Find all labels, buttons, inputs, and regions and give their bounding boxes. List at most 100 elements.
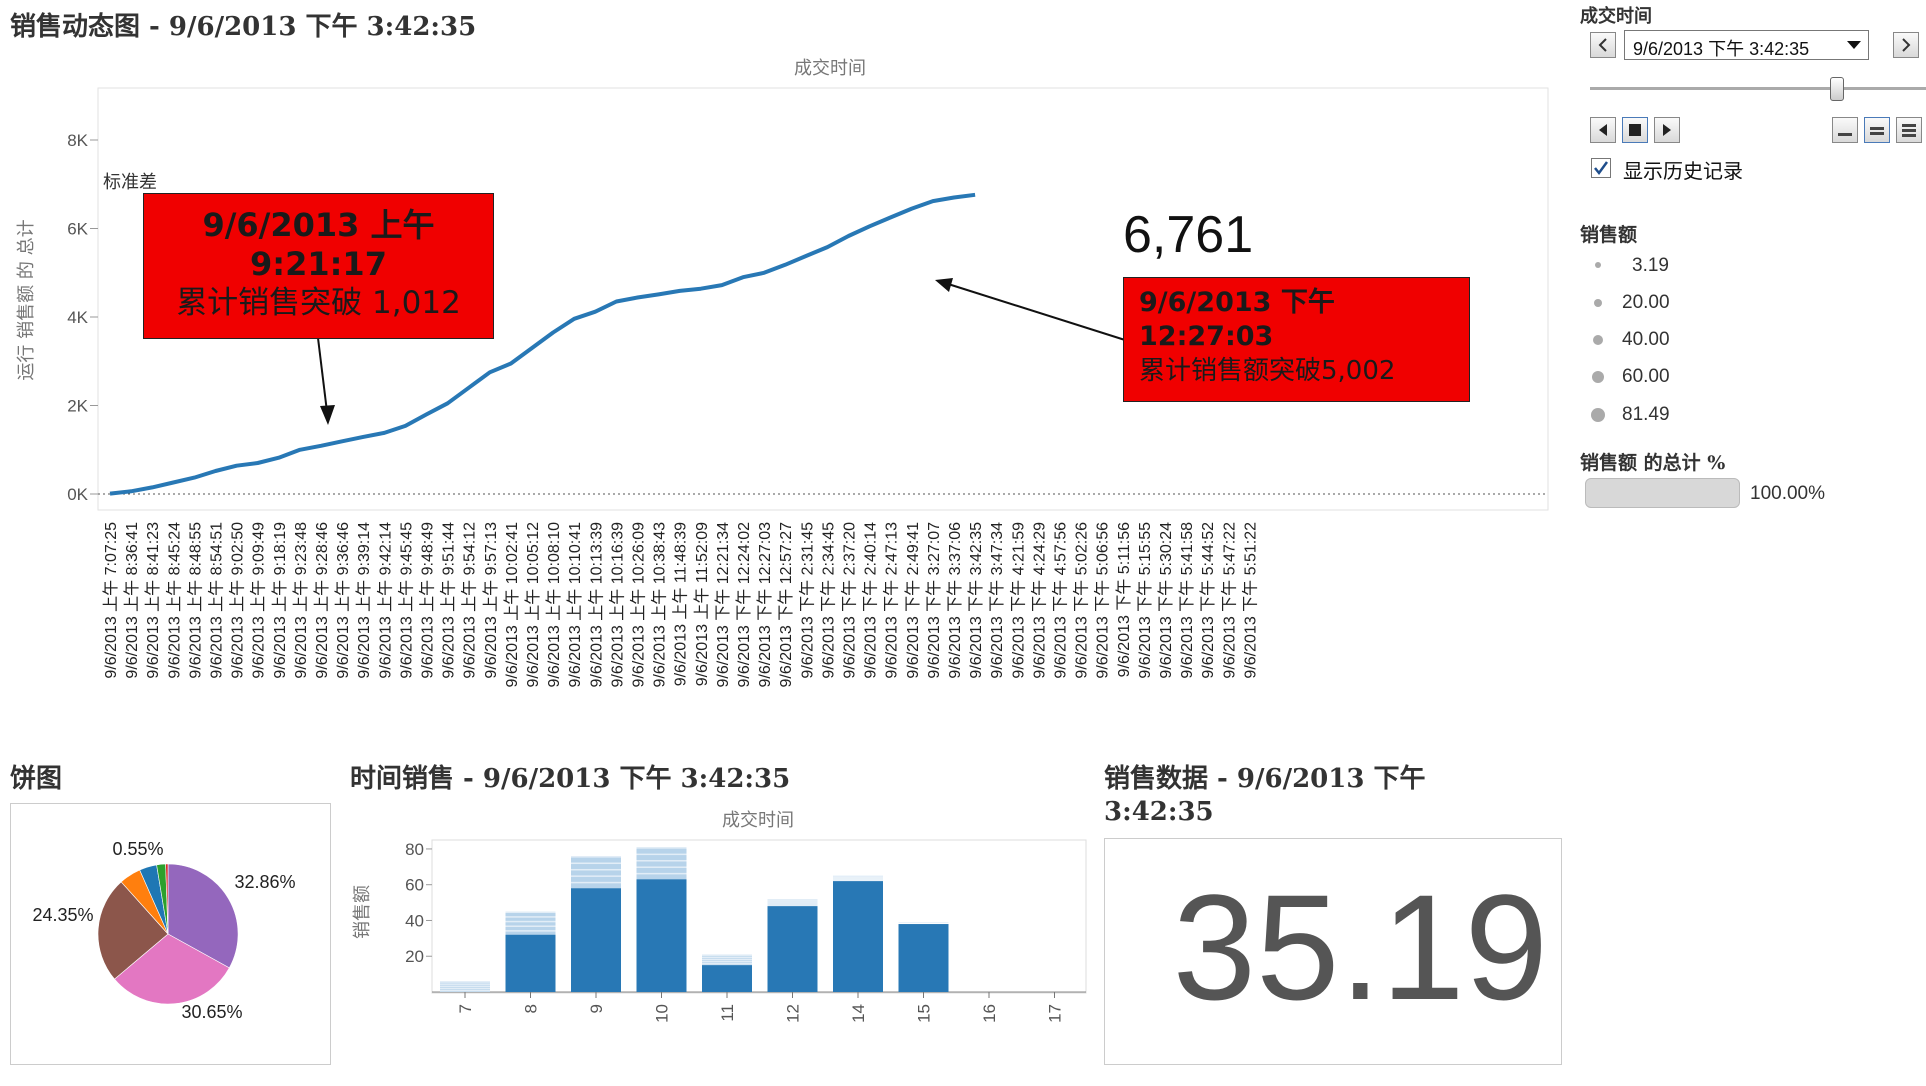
x-tick-label: 9/6/2013 下午 5:47:22 (1220, 522, 1238, 679)
bar-segment-divider (767, 903, 818, 905)
annotation-left-line2: 9:21:17 (250, 245, 387, 283)
x-tick-label: 9/6/2013 上午 9:23:48 (292, 522, 310, 679)
bar-segment-divider (571, 856, 621, 858)
x-tick-label: 9/6/2013 下午 12:24:02 (735, 522, 753, 688)
show-history-checkbox[interactable] (1591, 158, 1611, 178)
size-legend-dot (1592, 371, 1604, 383)
annotation-left-line1: 9/6/2013 上午 (202, 206, 435, 244)
bar-segment-divider (767, 904, 818, 907)
bar-segment-divider (440, 989, 490, 992)
x-tick-label: 9/6/2013 下午 2:31:45 (798, 522, 816, 679)
chevron-right-icon (1902, 38, 1911, 52)
bar-x-tick-label: 7 (456, 1004, 475, 1013)
annotation-left-arrowhead (320, 405, 335, 425)
bar-segment-divider (440, 983, 490, 985)
x-tick-label: 9/6/2013 下午 4:21:59 (1009, 522, 1027, 679)
bar-x-tick-label: 10 (653, 1004, 672, 1023)
x-tick-label: 9/6/2013 下午 12:21:34 (714, 522, 732, 688)
bar-axis-title: 成交时间 (722, 810, 794, 831)
x-tick-label: 9/6/2013 下午 3:37:06 (946, 522, 964, 679)
show-history-label: 显示历史记录 (1623, 159, 1743, 183)
x-tick-label: 9/6/2013 下午 12:27:03 (756, 522, 774, 688)
bar-segment-divider (636, 847, 687, 849)
color-legend-value: 100.00% (1750, 483, 1826, 504)
play-backward-button[interactable] (1590, 117, 1616, 143)
y-tick-label: 6K (67, 220, 88, 239)
speed-fast-icon (1902, 124, 1916, 137)
size-legend-dot (1594, 299, 1602, 307)
x-tick-label: 9/6/2013 上午 8:48:55 (186, 522, 204, 679)
x-tick-label: 9/6/2013 上午 9:36:46 (334, 522, 352, 679)
speed-medium-button[interactable] (1864, 117, 1890, 143)
bar-segment-divider (505, 920, 556, 923)
bar-segment-divider (636, 866, 687, 868)
x-tick-label: 9/6/2013 下午 5:30:24 (1157, 522, 1175, 679)
x-tick-label: 9/6/2013 下午 2:37:20 (841, 522, 859, 679)
bar-segment-divider (440, 987, 490, 990)
x-tick-label: 9/6/2013 下午 3:42:35 (967, 522, 985, 679)
annotation-right-pointer (944, 282, 1126, 341)
top-axis-title: 成交时间 (794, 58, 866, 79)
bar-current (702, 965, 752, 992)
size-legend-item: 60.00 (1622, 366, 1670, 387)
bar-x-tick-label: 11 (718, 1004, 737, 1022)
bar-segment-divider (571, 881, 621, 884)
annotation-left: 9/6/2013 上午 9:21:17 累计销售突破 1,012 (143, 193, 494, 339)
bar-segment-divider (571, 875, 621, 877)
color-legend-swatch (1585, 478, 1740, 508)
x-tick-label: 9/6/2013 上午 9:51:44 (440, 522, 458, 679)
kpi-value: 35.19 (1172, 863, 1548, 1031)
size-legend-item: 20.00 (1622, 292, 1670, 313)
bar-x-tick-label: 15 (915, 1004, 934, 1023)
bar-x-tick-label: 9 (587, 1004, 606, 1013)
annotation-right-line1: 9/6/2013 下午 (1139, 287, 1335, 318)
pie-slice-label: 32.86% (234, 872, 295, 892)
next-page-button[interactable] (1893, 32, 1919, 58)
bar-segment-divider (767, 900, 818, 902)
size-legend-title: 销售额 (1580, 224, 1638, 246)
play-forward-button[interactable] (1654, 117, 1680, 143)
stop-button[interactable] (1622, 117, 1648, 143)
bar-segment-divider (505, 925, 556, 927)
bar-segment-divider (767, 901, 818, 904)
bar-current (898, 924, 949, 992)
x-tick-label: 9/6/2013 下午 4:57:56 (1052, 522, 1070, 679)
size-legend-dot (1595, 262, 1601, 268)
x-tick-label: 9/6/2013 下午 4:24:29 (1030, 522, 1048, 679)
page-select-value: 9/6/2013 下午 3:42:35 (1633, 39, 1810, 59)
speed-fast-button[interactable] (1896, 117, 1922, 143)
page-slider-thumb[interactable] (1830, 77, 1844, 101)
speed-slow-button[interactable] (1832, 117, 1858, 143)
pie-slice-label: 0.55% (112, 839, 163, 859)
x-tick-label: 9/6/2013 下午 2:40:14 (862, 522, 880, 679)
x-tick-label: 9/6/2013 上午 8:45:24 (165, 522, 183, 679)
bar-segment-divider (440, 985, 490, 988)
x-tick-label: 9/6/2013 下午 2:47:13 (883, 522, 901, 679)
play-forward-icon (1663, 124, 1671, 136)
x-tick-label: 9/6/2013 下午 2:49:41 (904, 522, 922, 679)
x-tick-label: 9/6/2013 下午 5:02:26 (1073, 522, 1091, 679)
bar-segment-divider (636, 853, 687, 856)
annotation-right-line2: 12:27:03 (1139, 321, 1274, 352)
page-slider-track[interactable] (1590, 87, 1926, 90)
bar-y-tick-label: 20 (405, 947, 424, 966)
x-tick-label: 9/6/2013 下午 2:34:45 (819, 522, 837, 679)
y-axis-title: 运行 销售额 的 总计 (16, 219, 37, 380)
bar-segment-divider (571, 862, 621, 865)
annotation-left-line3: 累计销售突破 1,012 (176, 285, 461, 321)
x-tick-label: 9/6/2013 上午 7:07:25 (102, 522, 120, 679)
color-legend-title: 销售额 的总计 % (1580, 452, 1726, 474)
bar-chart: 成交时间 销售额 20 40 60 80 7 8 9 10 11 12 14 15 16 17 (352, 810, 1087, 1023)
pie-chart: 32.86% 30.65% 24.35% 0.55% (32, 839, 295, 1022)
x-tick-label: 9/6/2013 上午 9:18:19 (271, 522, 289, 679)
bar-y-axis-title: 销售额 (352, 885, 373, 939)
x-tick-label: 9/6/2013 下午 5:44:52 (1199, 522, 1217, 679)
bar-segment-divider (505, 911, 556, 914)
x-tick-label: 9/6/2013 下午 5:51:22 (1241, 522, 1259, 679)
x-tick-label: 9/6/2013 上午 10:10:41 (566, 522, 584, 688)
prev-page-button[interactable] (1590, 32, 1616, 58)
bar-segment-divider (636, 872, 687, 875)
x-tick-label: 9/6/2013 下午 3:27:07 (925, 522, 943, 679)
x-tick-label: 9/6/2013 下午 12:57:27 (777, 522, 795, 688)
page-select[interactable]: 9/6/2013 下午 3:42:35 (1624, 30, 1869, 60)
